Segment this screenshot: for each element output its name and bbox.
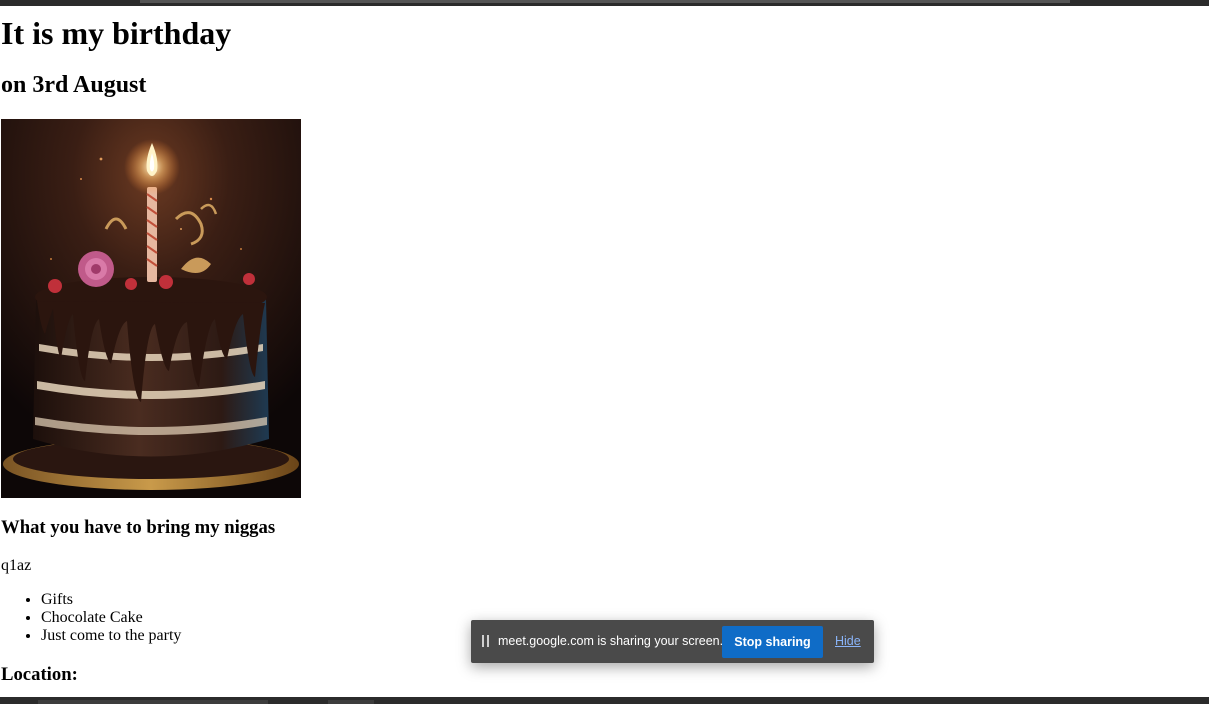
list-item: Gifts	[41, 591, 181, 609]
taskbar-item[interactable]	[328, 700, 374, 704]
screen-share-notification: meet.google.com is sharing your screen. …	[471, 620, 874, 663]
share-message: meet.google.com is sharing your screen.	[498, 634, 724, 648]
hide-link[interactable]: Hide	[835, 633, 861, 649]
bring-list: Gifts Chocolate Cake Just come to the pa…	[1, 591, 181, 645]
bring-heading: What you have to bring my niggas	[1, 517, 276, 538]
stop-sharing-button[interactable]: Stop sharing	[722, 626, 823, 658]
page-subtitle: on 3rd August	[1, 72, 147, 98]
list-item: Chocolate Cake	[41, 609, 181, 627]
browser-top-bar	[0, 0, 1209, 6]
location-heading: Location:	[1, 664, 78, 685]
paragraph-text: q1az	[1, 557, 32, 574]
drag-handle-icon[interactable]	[482, 635, 489, 647]
taskbar	[0, 697, 1209, 704]
list-item: Just come to the party	[41, 627, 181, 645]
browser-top-bar-track	[140, 0, 1070, 3]
taskbar-item[interactable]	[38, 700, 268, 704]
birthday-cake-image	[1, 119, 301, 498]
page-title: It is my birthday	[1, 15, 232, 51]
